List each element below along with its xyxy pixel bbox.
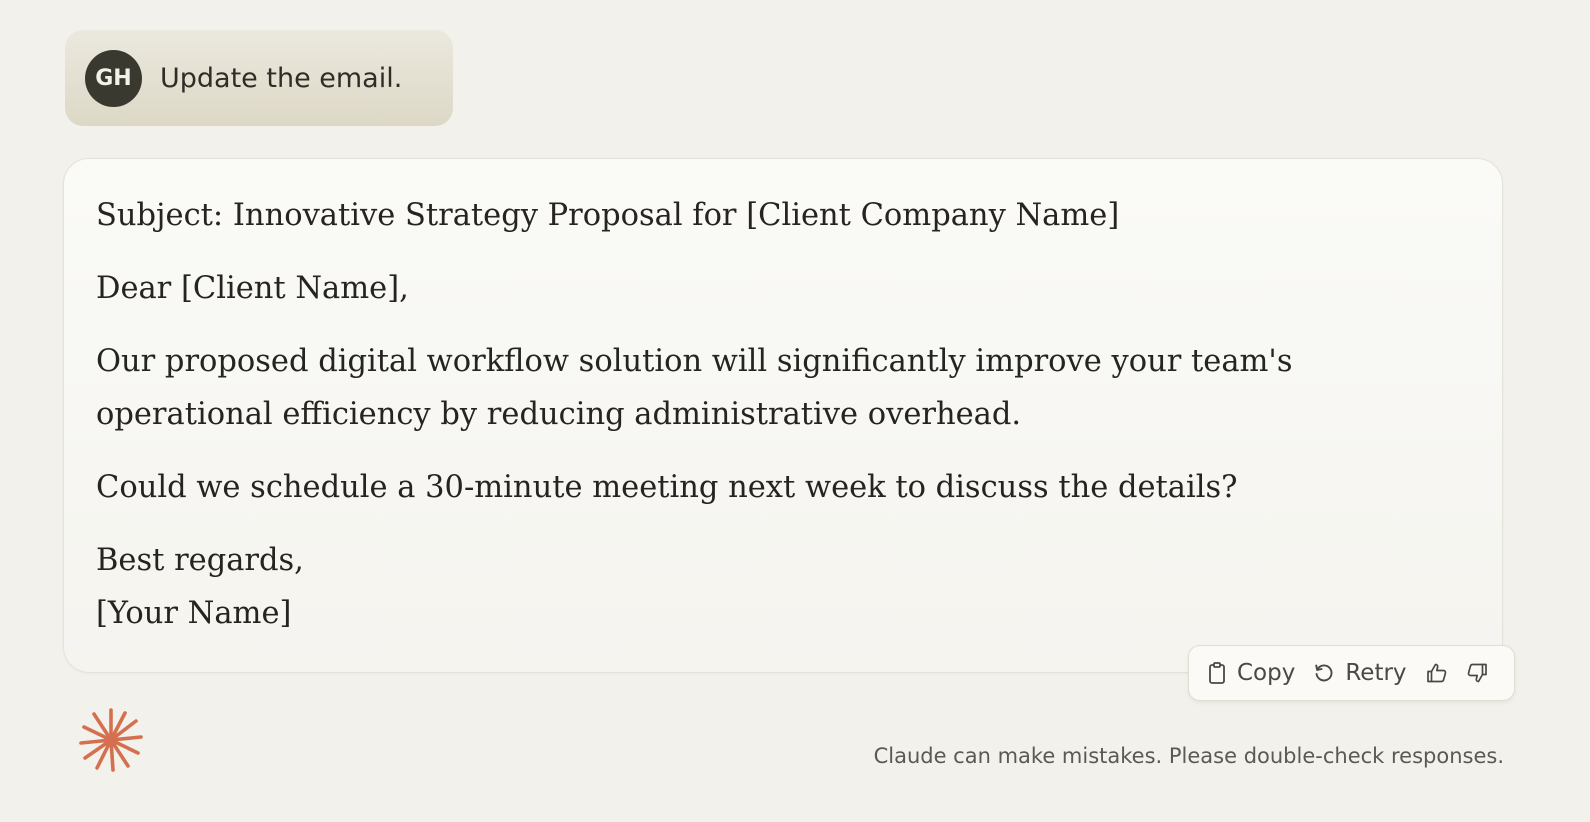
retry-icon (1313, 662, 1335, 684)
email-closing: Best regards, (96, 543, 304, 578)
thumbs-up-icon (1425, 661, 1449, 685)
user-message-text: Update the email. (160, 62, 403, 94)
email-signature: [Your Name] (96, 596, 292, 631)
email-greeting: Dear [Client Name], (96, 271, 409, 306)
email-subject: Subject: Innovative Strategy Proposal fo… (96, 198, 1120, 233)
assistant-response-card: Subject: Innovative Strategy Proposal fo… (63, 158, 1503, 673)
thumbs-down-button[interactable] (1465, 661, 1489, 685)
email-body-paragraph: Our proposed digital workflow solution w… (96, 344, 1293, 432)
retry-button[interactable]: Retry (1313, 660, 1407, 686)
retry-label: Retry (1345, 660, 1407, 686)
copy-button[interactable]: Copy (1207, 660, 1295, 686)
email-body-paragraph: Could we schedule a 30-minute meeting ne… (96, 470, 1238, 505)
claude-logo-icon (78, 707, 144, 773)
user-avatar[interactable]: GH (85, 49, 142, 107)
copy-label: Copy (1237, 660, 1296, 686)
thumbs-up-button[interactable] (1425, 661, 1449, 685)
message-actions-toolbar: Copy Retry (1188, 645, 1515, 701)
email-draft: Subject: Innovative Strategy Proposal fo… (96, 189, 1476, 640)
user-message-bubble: GH Update the email. (65, 30, 453, 126)
disclaimer-text: Claude can make mistakes. Please double-… (873, 744, 1504, 768)
clipboard-icon (1207, 661, 1227, 685)
thumbs-down-icon (1465, 661, 1489, 685)
